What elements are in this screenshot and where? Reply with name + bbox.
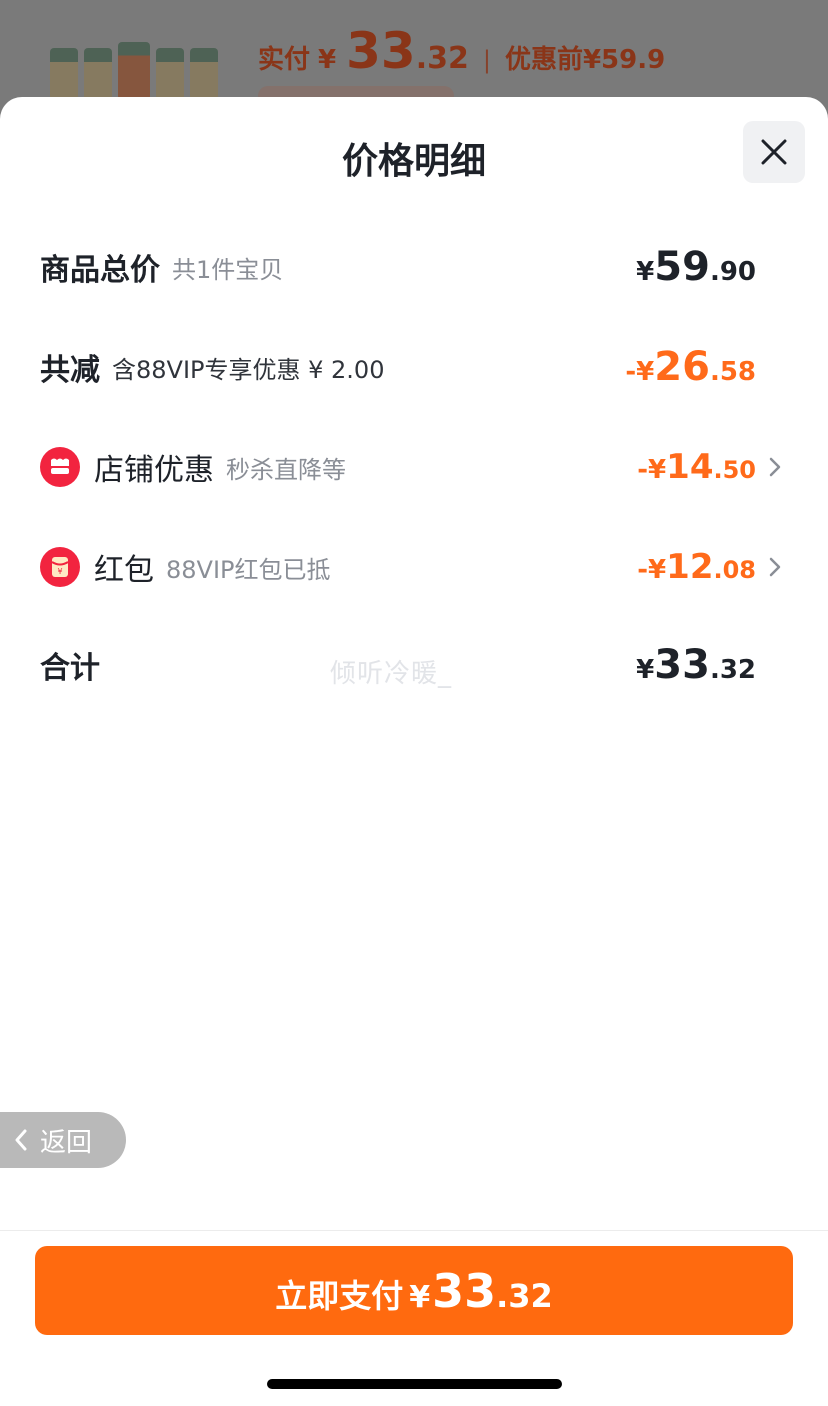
product-thumbnail bbox=[50, 40, 220, 98]
paid-integer: 33 bbox=[346, 22, 416, 80]
store-discount-amount: -¥ 14 .50 bbox=[637, 447, 756, 487]
pre-discount-value: ¥59.9 bbox=[582, 45, 666, 75]
sheet-title: 价格明细 bbox=[341, 141, 486, 182]
product-bottle bbox=[156, 48, 184, 98]
product-bottle bbox=[190, 48, 218, 98]
store-discount-label: 店铺优惠 bbox=[94, 453, 214, 488]
product-bottle bbox=[50, 48, 78, 98]
chevron-right-icon bbox=[769, 557, 781, 577]
shop-icon bbox=[40, 447, 80, 487]
pre-discount-label: 优惠前 bbox=[504, 45, 583, 75]
amount-prefix: -¥ bbox=[625, 357, 655, 387]
goods-total-label: 商品总价 bbox=[40, 253, 160, 288]
row-goods-total: 商品总价 共1件宝贝 ¥ 59 .90 bbox=[40, 237, 788, 297]
amount-decimal: .08 bbox=[713, 556, 756, 584]
reduction-note: 含88VIP专享优惠 ¥ 2.00 bbox=[112, 355, 385, 384]
red-packet-note: 88VIP红包已抵 bbox=[166, 555, 331, 584]
amount-currency: ¥ bbox=[636, 257, 655, 287]
row-total-reduction: 共减 含88VIP专享优惠 ¥ 2.00 -¥ 26 .58 bbox=[40, 337, 788, 397]
price-detail-sheet: 价格明细 商品总价 共1件宝贝 ¥ 59 .90 共减 含88VIP专享优惠 ¥… bbox=[0, 97, 828, 1406]
svg-text:¥: ¥ bbox=[57, 567, 62, 576]
amount-integer: 33 bbox=[654, 642, 710, 688]
amount-integer: 59 bbox=[654, 244, 710, 290]
background-paid-price: 实付 ¥ 33 .32 | 优惠前 ¥59.9 bbox=[258, 22, 665, 82]
subtotal-amount: ¥ 33 .32 bbox=[636, 642, 756, 688]
close-icon bbox=[761, 139, 787, 165]
amount-currency: ¥ bbox=[636, 655, 655, 685]
amount-decimal: .90 bbox=[709, 257, 756, 287]
product-bottle bbox=[118, 42, 150, 98]
amount-prefix: -¥ bbox=[637, 555, 667, 585]
amount-decimal: .58 bbox=[709, 357, 756, 387]
amount-prefix: -¥ bbox=[637, 455, 667, 485]
pay-integer: 33 bbox=[432, 1264, 497, 1318]
footer-divider bbox=[0, 1230, 828, 1231]
close-button[interactable] bbox=[743, 121, 805, 183]
subtotal-label: 合计 bbox=[40, 651, 100, 686]
row-store-discount[interactable]: 店铺优惠 秒杀直降等 -¥ 14 .50 bbox=[40, 437, 788, 497]
watermark: 倾听冷暖_ bbox=[330, 659, 453, 689]
goods-count: 共1件宝贝 bbox=[172, 255, 284, 284]
amount-integer: 12 bbox=[666, 547, 714, 587]
red-packet-label: 红包 bbox=[94, 553, 154, 588]
paid-currency: ¥ bbox=[318, 45, 337, 75]
chevron-right-icon bbox=[769, 457, 781, 477]
amount-decimal: .50 bbox=[713, 456, 756, 484]
chevron-left-icon bbox=[15, 1129, 27, 1151]
back-label: 返回 bbox=[40, 1127, 93, 1158]
store-discount-note: 秒杀直降等 bbox=[226, 455, 346, 484]
back-button[interactable]: 返回 bbox=[0, 1112, 126, 1168]
price-separator: | bbox=[482, 46, 491, 74]
red-packet-icon: ¥ bbox=[40, 547, 80, 587]
amount-integer: 26 bbox=[654, 344, 710, 390]
paid-decimal: .32 bbox=[415, 41, 469, 76]
pay-decimal: .32 bbox=[496, 1277, 553, 1315]
amount-integer: 14 bbox=[666, 447, 714, 487]
product-bottle bbox=[84, 48, 112, 98]
price-detail-screen: 实付 ¥ 33 .32 | 优惠前 ¥59.9 价格明细 商品总价 共1件宝贝 … bbox=[0, 0, 828, 1406]
row-red-packet[interactable]: ¥ 红包 88VIP红包已抵 -¥ 12 .08 bbox=[40, 537, 788, 597]
amount-decimal: .32 bbox=[709, 655, 756, 685]
pay-currency: ¥ bbox=[409, 1280, 431, 1315]
paid-label: 实付 bbox=[258, 45, 311, 75]
pay-now-button[interactable]: 立即支付 ¥ 33 .32 bbox=[35, 1246, 793, 1335]
pay-label: 立即支付 bbox=[275, 1277, 404, 1315]
reduction-amount: -¥ 26 .58 bbox=[625, 344, 756, 390]
red-packet-amount: -¥ 12 .08 bbox=[637, 547, 756, 587]
goods-total-amount: ¥ 59 .90 bbox=[636, 244, 756, 290]
reduction-label: 共减 bbox=[40, 353, 100, 388]
home-indicator[interactable] bbox=[267, 1379, 562, 1389]
